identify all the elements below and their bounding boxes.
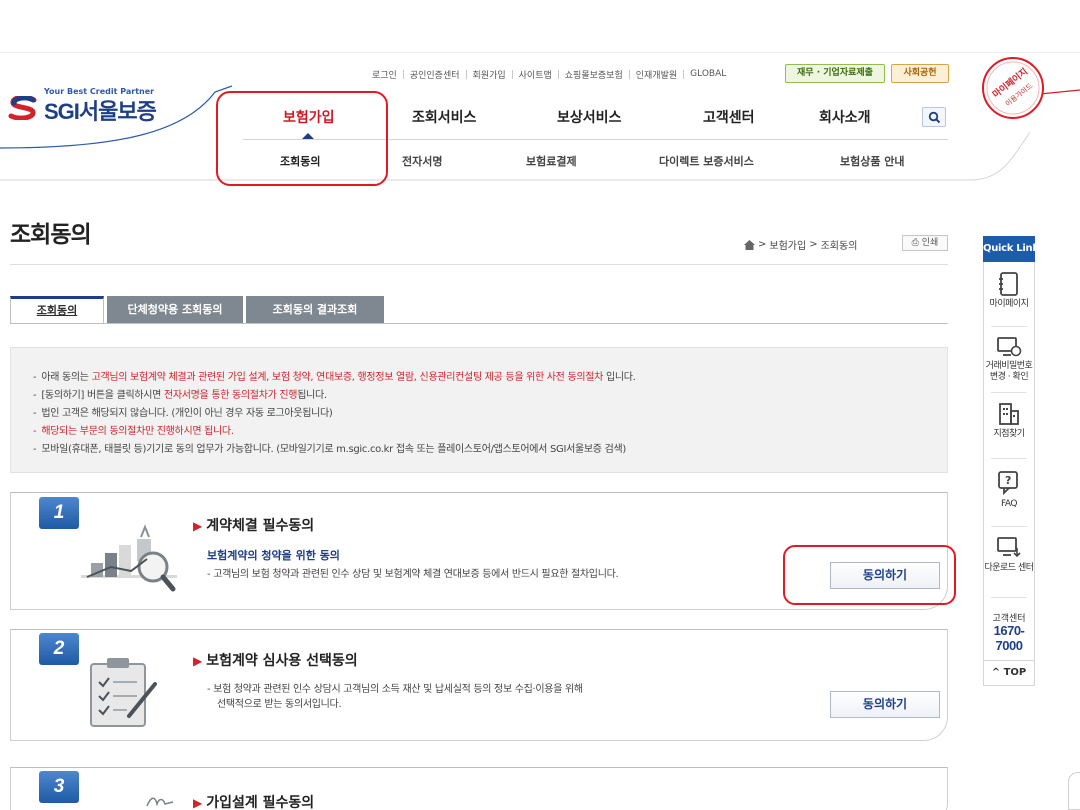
logo-wordmark: SGI서울보증 [44,99,157,124]
util-training-center-link[interactable]: 인재개발원 [630,68,683,81]
print-button[interactable]: ⎙ 인쇄 [902,235,948,251]
svg-text:?: ? [1005,474,1011,487]
sgi-logo-mark-icon [8,96,37,120]
quick-link-divider [991,392,1027,393]
breadcrumb-separator-icon: > [758,239,767,250]
quick-link-password[interactable]: 거래비밀번호 변경 · 확인 [983,336,1035,383]
utility-nav: 로그인 공인인증센터 회원가입 사이트맵 쇼핑몰보증보험 인재개발원 GLOBA… [366,66,732,82]
title-arrow-icon: ▶ [193,796,203,810]
notebook-icon [999,272,1018,296]
title-arrow-icon: ▶ [193,519,203,533]
scroll-top-button[interactable]: ^ TOP [983,660,1035,686]
card-description: - 보험 청약과 관련된 인수 상담시 고객님의 소득 재산 및 납세실적 등의… [207,684,583,695]
gnb-company-intro[interactable]: 회사소개 [819,107,871,127]
tab-inquiry-consent[interactable]: 조회동의 [10,296,104,324]
gnb-compensation-service[interactable]: 보상서비스 [557,107,621,127]
card-title: ▶ 보험계약 심사용 선택동의 [193,653,358,669]
scroll-top-label: TOP [1003,667,1027,678]
quick-link-branch[interactable]: 지점찾기 [983,402,1035,440]
monitor-lock-icon [997,337,1022,357]
search-button[interactable] [922,107,946,127]
quick-link-divider [991,458,1027,459]
title-divider [10,264,948,265]
util-sitemap-link[interactable]: 사이트맵 [513,68,558,81]
home-icon[interactable] [744,239,755,250]
quick-link-divider [991,526,1027,527]
title-arrow-icon: ▶ [193,654,203,668]
quick-link-mypage[interactable]: 마이페이지 [983,272,1035,310]
quick-link-label: 다운로드 센터 [984,563,1034,573]
subnav-product-guide[interactable]: 보험상품 안내 [840,153,905,169]
notice-box: - 아래 동의는 고객님의 보험계약 체결과 관련된 가입 설계, 보험 청약, … [10,347,948,473]
quick-link-label: 지점찾기 [993,429,1025,439]
quick-link-title: Quick Link [983,236,1039,262]
printer-icon: ⎙ [911,238,919,248]
card-title: ▶ 계약체결 필수동의 [193,518,315,534]
util-shopping-insurance-link[interactable]: 쇼핑몰보증보험 [559,68,629,81]
chevron-up-icon: ^ [991,667,1001,678]
notice-line: - 법인 고객은 해당되지 않습니다. (개인이 아닌 경우 자동 로그아웃됩니다… [33,408,333,419]
quick-link-divider [991,597,1027,598]
customer-center-phone: 1670-7000 [993,623,1025,653]
consent-card-underwriting: 2 ▶ 보험계약 심사용 선택동의 - 보험 청약과 관련된 인수 상담시 고객님… [10,629,948,741]
finance-submit-button[interactable]: 재무 · 기업자료제출 [785,64,885,83]
chart-magnifier-illustration-icon [81,524,177,592]
consent-card-design: 3 ▶ 가입설계 필수동의 [10,767,948,810]
social-contribution-button[interactable]: 사회공헌 [891,64,949,83]
annotation-highlight-nav [216,91,388,186]
gnb-customer-center[interactable]: 고객센터 [703,107,755,127]
monitor-download-icon [997,537,1021,558]
quick-link-label: 변경 · 확인 [989,372,1029,382]
breadcrumb-item[interactable]: 보험가입 [769,237,806,252]
annotation-highlight-button [783,545,956,605]
breadcrumb-current: 조회동의 [820,241,858,252]
card-description-cont: 선택적으로 받는 동의서입니다. [217,699,342,710]
breadcrumb: > 보험가입 > 조회동의 [744,237,857,252]
quick-link-label: 마이페이지 [989,299,1029,309]
tab-consent-result[interactable]: 조회동의 결과조회 [246,296,384,324]
card-title: ▶ 가입설계 필수동의 [193,795,315,810]
notice-line: - [동의하기] 버튼을 클릭하시면 전자서명을 통한 동의절차가 진행됩니다. [33,390,327,401]
question-chat-icon: ? [998,471,1018,496]
mypage-guide-badge[interactable]: 마이페이지 이용가이드 [981,56,1045,120]
floating-widget-edge [1068,772,1080,810]
quick-link-faq[interactable]: ? FAQ [983,470,1035,510]
util-global-link[interactable]: GLOBAL [684,69,732,79]
card-number-badge: 1 [39,497,79,529]
card-description: - 고객님의 보험 청약과 관련된 인수 상담 및 보험계약 체결 연대보증 등… [207,569,619,580]
util-signup-link[interactable]: 회원가입 [467,68,512,81]
card-number-badge: 3 [39,771,79,803]
notice-line: - 아래 동의는 고객님의 보험계약 체결과 관련된 가입 설계, 보험 청약, … [33,372,636,383]
subnav-premium-payment[interactable]: 보험료결제 [526,153,577,169]
tab-baseline [10,323,948,324]
subnav-electronic-signature[interactable]: 전자서명 [402,153,442,169]
breadcrumb-separator-icon: > [809,239,818,250]
gnb-inquiry-service[interactable]: 조회서비스 [412,107,476,127]
quick-link-label: 거래비밀번호 [985,361,1033,371]
util-cert-center-link[interactable]: 공인인증센터 [404,68,466,81]
quick-link-download[interactable]: 다운로드 센터 [983,536,1035,574]
subnav-direct-guarantee[interactable]: 다이렉트 보증서비스 [659,153,754,169]
card-subtitle: 보험계약의 청약을 위한 동의 [207,549,340,562]
tab-group-inquiry-consent[interactable]: 단체청약용 조회동의 [107,296,243,324]
notice-line: - 모바일(휴대폰, 태블릿 등)기기로 동의 업무가 가능합니다. (모바일기기… [33,444,626,455]
print-button-label: 인쇄 [921,238,939,248]
signature-illustration-icon [146,797,174,807]
page-title: 조회동의 [10,222,92,248]
clipboard-checklist-illustration-icon [90,658,157,727]
search-icon [928,111,941,124]
building-icon [999,403,1019,425]
card-number-badge: 2 [39,633,79,665]
quick-link-divider [991,326,1027,327]
quick-link-label: FAQ [1001,499,1017,509]
notice-line: - 해당되는 부문의 동의절차만 진행하시면 됩니다. [33,426,234,437]
util-login-link[interactable]: 로그인 [366,68,403,81]
agree-button[interactable]: 동의하기 [830,691,940,718]
